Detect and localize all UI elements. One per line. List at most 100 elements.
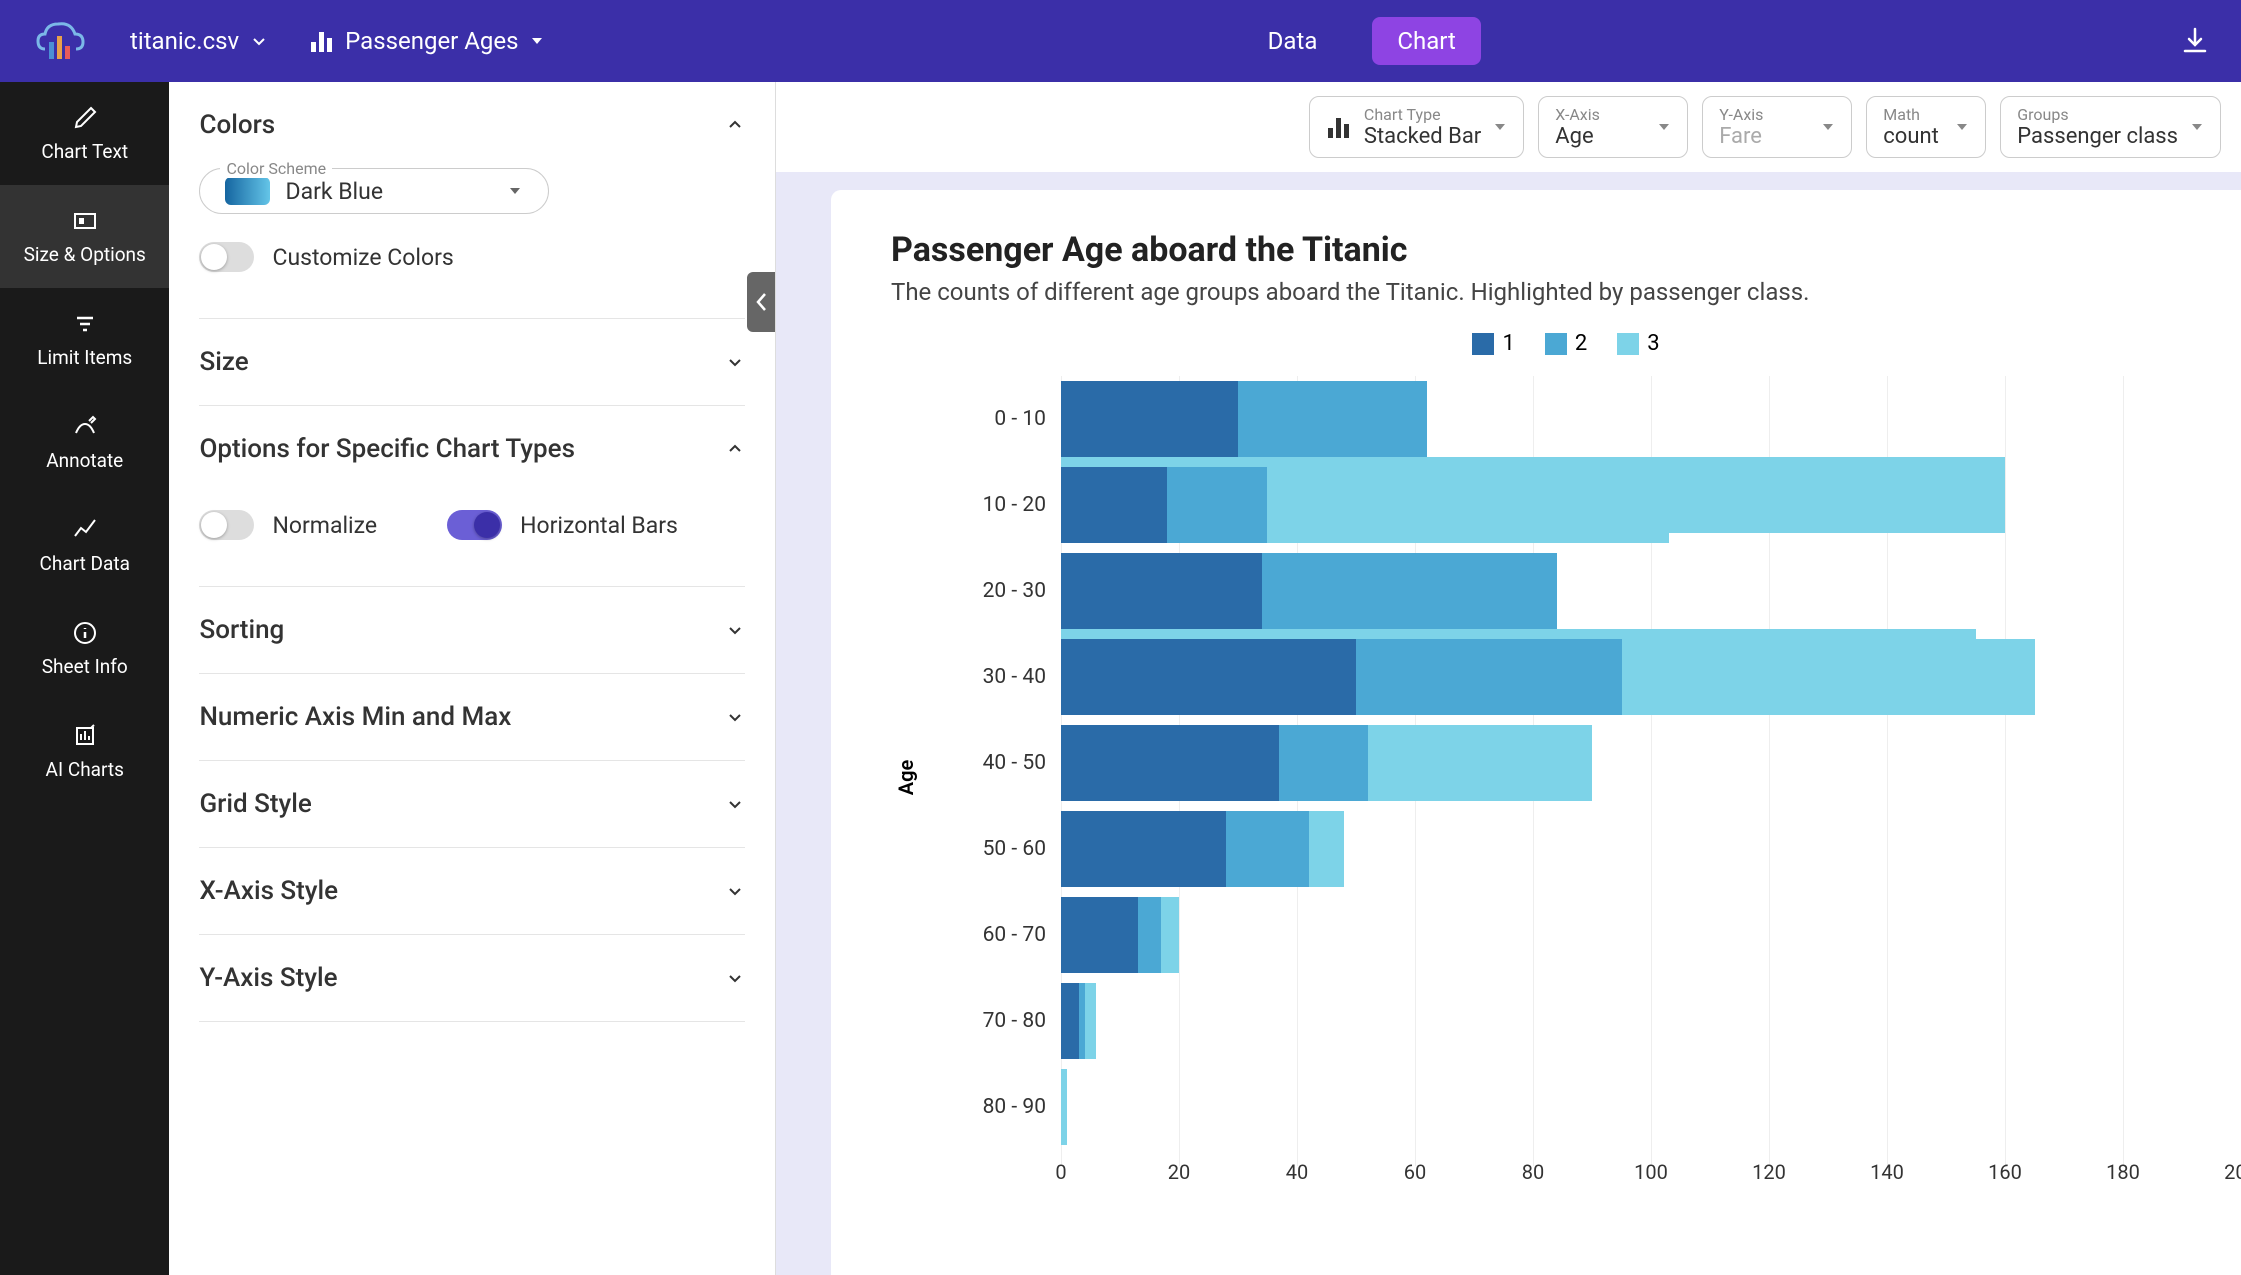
legend-item-2[interactable]: 2: [1545, 331, 1587, 356]
chevron-up-icon: [725, 439, 745, 459]
x-axis-select[interactable]: X-AxisAge: [1538, 96, 1688, 158]
bar-segment[interactable]: [1061, 725, 1279, 801]
chevron-down-icon: [725, 352, 745, 372]
top-bar: titanic.csv Passenger Ages Data Chart: [0, 0, 2241, 82]
bar-segment[interactable]: [1061, 897, 1138, 973]
triangle-down-icon: [507, 183, 523, 199]
bar-category-label: 10 - 20: [961, 493, 1061, 517]
nav-size-options[interactable]: Size & Options: [0, 185, 169, 288]
chart-controls-bar: Chart TypeStacked Bar X-AxisAge Y-AxisFa…: [776, 82, 2241, 172]
bar-segment[interactable]: [1262, 553, 1557, 629]
bar-segment[interactable]: [1167, 467, 1267, 543]
legend-swatch: [1617, 333, 1639, 355]
chart-selector[interactable]: Passenger Ages: [309, 27, 544, 55]
bar-segment[interactable]: [1061, 983, 1079, 1059]
bar-row: 20 - 30: [961, 548, 2241, 634]
math-select[interactable]: Mathcount: [1866, 96, 1986, 158]
bar-row: 50 - 60: [961, 806, 2241, 892]
legend-swatch: [1545, 333, 1567, 355]
options-panel: Colors Color Scheme Dark Blue Customize …: [169, 82, 776, 1275]
bar-segment[interactable]: [1267, 467, 1668, 543]
bar-segment[interactable]: [1238, 381, 1427, 457]
bar-row: 40 - 50: [961, 720, 2241, 806]
section-size-header[interactable]: Size: [199, 319, 745, 405]
bar-row: 70 - 80: [961, 978, 2241, 1064]
legend-item-1[interactable]: 1: [1472, 331, 1514, 356]
bar-row: 10 - 20: [961, 462, 2241, 548]
bar-row: 0 - 10: [961, 376, 2241, 462]
line-chart-icon: [71, 516, 99, 544]
chart-type-select[interactable]: Chart TypeStacked Bar: [1309, 96, 1524, 158]
bar-segment[interactable]: [1161, 897, 1179, 973]
chart-title: Passenger Age aboard the Titanic: [891, 230, 2241, 270]
filter-icon: [71, 310, 99, 338]
groups-select[interactable]: GroupsPassenger class: [2000, 96, 2221, 158]
bar-segment[interactable]: [1061, 1069, 1067, 1145]
bar-category-label: 40 - 50: [961, 751, 1061, 775]
file-selector[interactable]: titanic.csv: [130, 27, 269, 55]
bar-category-label: 50 - 60: [961, 837, 1061, 861]
bar-category-label: 0 - 10: [961, 407, 1061, 431]
x-tick-label: 180: [2106, 1160, 2140, 1184]
triangle-down-icon: [1955, 120, 1969, 134]
bar-segment[interactable]: [1061, 811, 1226, 887]
nav-chart[interactable]: Chart: [1372, 17, 1480, 65]
section-numeric-axis-header[interactable]: Numeric Axis Min and Max: [199, 674, 745, 760]
bar-segment[interactable]: [1138, 897, 1162, 973]
bar-segment[interactable]: [1279, 725, 1368, 801]
bar-segment[interactable]: [1085, 983, 1097, 1059]
bar-row: 80 - 90: [961, 1064, 2241, 1150]
app-logo: [30, 11, 90, 71]
bar-segment[interactable]: [1061, 639, 1356, 715]
collapse-panel-button[interactable]: [747, 272, 776, 332]
section-options-header[interactable]: Options for Specific Chart Types: [199, 406, 745, 492]
nav-data[interactable]: Data: [1243, 17, 1343, 65]
triangle-down-icon: [1821, 120, 1835, 134]
chevron-down-icon: [725, 620, 745, 640]
chevron-down-icon: [725, 794, 745, 814]
size-icon: [71, 207, 99, 235]
bar-segment[interactable]: [1368, 725, 1592, 801]
section-grid-style-header[interactable]: Grid Style: [199, 761, 745, 847]
bar-chart-icon: [309, 28, 335, 54]
nav-sheet-info[interactable]: Sheet Info: [0, 597, 169, 700]
triangle-down-icon: [1493, 120, 1507, 134]
download-icon: [2179, 25, 2211, 57]
normalize-toggle[interactable]: [199, 510, 254, 540]
nav-chart-text[interactable]: Chart Text: [0, 82, 169, 185]
x-tick-label: 0: [1055, 1160, 1066, 1184]
chart-name: Passenger Ages: [345, 27, 518, 55]
download-button[interactable]: [2179, 25, 2211, 57]
nav-chart-data[interactable]: Chart Data: [0, 494, 169, 597]
bar-segment[interactable]: [1061, 467, 1167, 543]
x-tick-label: 140: [1870, 1160, 1904, 1184]
bar-segment[interactable]: [1356, 639, 1622, 715]
bar-segment[interactable]: [1309, 811, 1344, 887]
bar-category-label: 80 - 90: [961, 1095, 1061, 1119]
bar-row: 30 - 40: [961, 634, 2241, 720]
x-tick-label: 200: [2224, 1160, 2241, 1184]
ai-charts-icon: [71, 722, 99, 750]
y-axis-select[interactable]: Y-AxisFare: [1702, 96, 1852, 158]
bar-segment[interactable]: [1622, 639, 2035, 715]
chevron-down-icon: [725, 968, 745, 988]
chart-canvas: Passenger Age aboard the Titanic The cou…: [831, 190, 2241, 1275]
nav-limit-items[interactable]: Limit Items: [0, 288, 169, 391]
bar-category-label: 60 - 70: [961, 923, 1061, 947]
section-x-axis-style-header[interactable]: X-Axis Style: [199, 848, 745, 934]
color-scheme-select[interactable]: Color Scheme Dark Blue: [199, 168, 549, 214]
nav-ai-charts[interactable]: AI Charts: [0, 700, 169, 803]
customize-colors-toggle[interactable]: [199, 242, 254, 272]
x-tick-label: 60: [1404, 1160, 1426, 1184]
nav-annotate[interactable]: Annotate: [0, 391, 169, 494]
section-sorting-header[interactable]: Sorting: [199, 587, 745, 673]
x-tick-label: 40: [1286, 1160, 1308, 1184]
horizontal-bars-toggle[interactable]: [447, 510, 502, 540]
bar-segment[interactable]: [1061, 381, 1238, 457]
bar-segment[interactable]: [1226, 811, 1309, 887]
section-y-axis-style-header[interactable]: Y-Axis Style: [199, 935, 745, 1021]
section-colors-header[interactable]: Colors: [199, 82, 745, 168]
legend-swatch: [1472, 333, 1494, 355]
legend-item-3[interactable]: 3: [1617, 331, 1659, 356]
bar-segment[interactable]: [1061, 553, 1262, 629]
